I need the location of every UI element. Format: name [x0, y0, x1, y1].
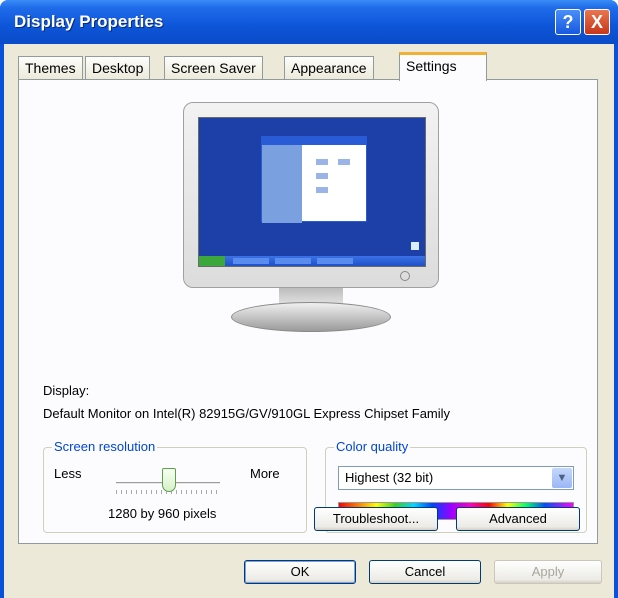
cancel-button[interactable]: Cancel	[369, 560, 481, 584]
preview-window	[261, 136, 367, 223]
preview-taskbar	[199, 256, 425, 266]
apply-button[interactable]: Apply	[494, 560, 602, 584]
monitor-screen	[198, 117, 426, 267]
color-quality-title: Color quality	[334, 439, 411, 454]
preview-window-sidebar	[262, 145, 302, 223]
title-bar[interactable]: Display Properties ? X	[0, 0, 618, 44]
recycle-bin-icon	[411, 242, 419, 250]
preview-file-icon	[316, 173, 328, 179]
help-icon[interactable]: ?	[555, 9, 581, 35]
color-quality-select[interactable]: Highest (32 bit) ▼	[338, 466, 574, 490]
window-title: Display Properties	[14, 12, 164, 31]
screen-resolution-title: Screen resolution	[52, 439, 158, 454]
preview-file-icon	[338, 159, 350, 165]
dialog-client-area: Themes Desktop Screen Saver Appearance S…	[4, 44, 614, 598]
tab-settings[interactable]: Settings	[399, 52, 487, 81]
display-properties-window: Display Properties ? X Themes Desktop Sc…	[0, 0, 618, 598]
power-led-icon	[400, 271, 410, 281]
resolution-slider-thumb[interactable]	[162, 468, 176, 492]
start-button-icon	[199, 256, 225, 266]
task-item	[233, 258, 269, 264]
preview-window-titlebar	[262, 137, 366, 145]
resolution-less-label: Less	[54, 466, 82, 481]
task-item	[275, 258, 311, 264]
preview-file-icon	[316, 159, 328, 165]
color-quality-value: Highest (32 bit)	[345, 470, 434, 485]
monitor-name: Default Monitor on Intel(R) 82915G/GV/91…	[43, 406, 451, 421]
troubleshoot-button[interactable]: Troubleshoot...	[314, 507, 438, 531]
task-item	[317, 258, 353, 264]
tab-themes[interactable]: Themes	[18, 56, 83, 80]
ok-button[interactable]: OK	[244, 560, 356, 584]
advanced-button[interactable]: Advanced	[456, 507, 580, 531]
preview-file-icon	[316, 187, 328, 193]
screen-resolution-group: Screen resolution Less More 1280 by 960 …	[43, 439, 307, 533]
chevron-down-icon[interactable]: ▼	[552, 468, 572, 488]
monitor-base	[231, 302, 391, 332]
resolution-more-label: More	[250, 466, 280, 481]
monitor-preview	[183, 102, 439, 334]
close-icon[interactable]: X	[584, 9, 610, 35]
tab-screen-saver[interactable]: Screen Saver	[164, 56, 263, 80]
tab-appearance[interactable]: Appearance	[284, 56, 374, 80]
monitor-case	[183, 102, 439, 288]
display-label: Display:	[43, 383, 90, 398]
tab-desktop[interactable]: Desktop	[85, 56, 151, 80]
settings-panel: Display: Default Monitor on Intel(R) 829…	[18, 79, 598, 544]
resolution-value: 1280 by 960 pixels	[108, 506, 217, 521]
